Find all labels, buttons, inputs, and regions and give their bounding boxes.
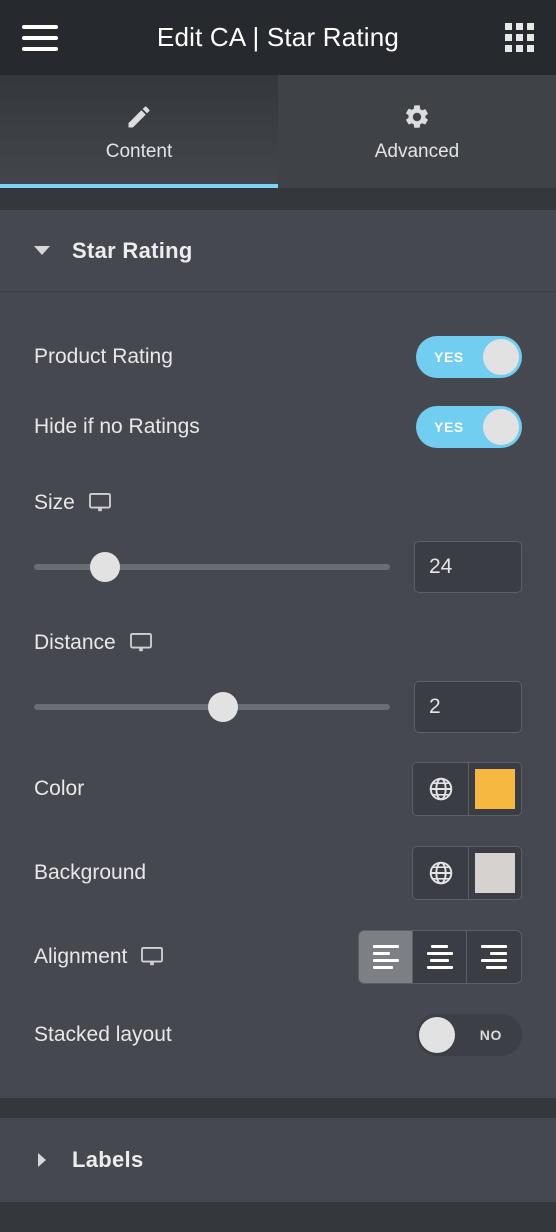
control-label: Hide if no Ratings <box>34 415 200 438</box>
control-size-slider-row: 24 <box>34 540 522 594</box>
page-title: Edit CA | Star Rating <box>156 22 400 52</box>
distance-number-input[interactable]: 2 <box>414 681 522 733</box>
background-color-control <box>412 846 522 900</box>
active-tab-indicator <box>0 184 278 188</box>
hide-if-no-ratings-toggle[interactable]: YES <box>416 406 522 448</box>
distance-slider[interactable] <box>34 690 390 724</box>
align-center-icon[interactable] <box>413 931 467 983</box>
section-header-star-rating[interactable]: Star Rating <box>0 210 556 292</box>
globe-icon[interactable] <box>413 763 469 815</box>
controls-list: Product Rating YES Hide if no Ratings YE… <box>0 330 556 1062</box>
control-label: Background <box>34 861 147 884</box>
control-size-label-row: Size <box>34 476 522 530</box>
control-color: Color <box>34 762 522 816</box>
size-slider[interactable] <box>34 550 390 584</box>
tab-content[interactable]: Content <box>0 75 278 188</box>
section-header-labels[interactable]: Labels <box>0 1118 556 1202</box>
product-rating-toggle[interactable]: YES <box>416 336 522 378</box>
widget-settings-panel: Edit CA | Star Rating Content Advanced S… <box>0 0 556 1232</box>
page-footer-area <box>0 1202 556 1232</box>
star-rating-panel: Star Rating Product Rating YES Hide if n… <box>0 210 556 1098</box>
toggle-knob <box>483 339 519 375</box>
tab-content-label: Content <box>105 140 173 162</box>
globe-icon[interactable] <box>413 847 469 899</box>
size-number-input[interactable]: 24 <box>414 541 522 593</box>
slider-track <box>34 564 390 570</box>
toggle-value: NO <box>479 1027 502 1043</box>
align-right-icon[interactable] <box>467 931 521 983</box>
color-swatch-fill <box>475 769 515 809</box>
control-product-rating: Product Rating YES <box>34 330 522 384</box>
gear-icon <box>403 101 431 131</box>
stacked-layout-toggle[interactable]: NO <box>416 1014 522 1056</box>
chevron-right-icon <box>38 1153 46 1167</box>
grid-apps-icon[interactable] <box>505 23 534 52</box>
toggle-knob <box>483 409 519 445</box>
control-label: Size <box>34 491 75 514</box>
color-swatch[interactable] <box>469 763 521 815</box>
section-separator <box>0 1098 556 1118</box>
slider-thumb[interactable] <box>90 552 121 582</box>
control-label-group: Alignment <box>34 945 164 969</box>
panel-bottom-padding <box>0 1062 556 1098</box>
control-distance-label-row: Distance <box>34 616 522 670</box>
desktop-monitor-icon[interactable] <box>141 947 164 967</box>
toggle-value: YES <box>434 419 464 435</box>
tab-bar: Content Advanced <box>0 75 556 188</box>
control-label-group: Distance <box>34 631 152 655</box>
top-bar: Edit CA | Star Rating <box>0 0 556 75</box>
control-label: Alignment <box>34 945 128 968</box>
control-hide-if-no-ratings: Hide if no Ratings YES <box>34 400 522 454</box>
alignment-button-group <box>358 930 522 984</box>
background-swatch[interactable] <box>469 847 521 899</box>
desktop-monitor-icon[interactable] <box>129 633 152 653</box>
toggle-value: YES <box>434 349 464 365</box>
hamburger-menu-icon[interactable] <box>22 23 62 53</box>
desktop-monitor-icon[interactable] <box>88 493 111 513</box>
tab-panel-gap <box>0 188 556 210</box>
background-swatch-fill <box>475 853 515 893</box>
section-title: Star Rating <box>72 237 193 263</box>
labels-section-title: Labels <box>72 1147 144 1172</box>
color-control <box>412 762 522 816</box>
control-distance-slider-row: 2 <box>34 680 522 734</box>
toggle-knob <box>419 1017 455 1053</box>
control-label: Product Rating <box>34 345 173 368</box>
control-label: Stacked layout <box>34 1023 172 1046</box>
pencil-icon <box>125 101 153 131</box>
tab-advanced-label: Advanced <box>374 140 460 162</box>
align-left-icon[interactable] <box>359 931 413 983</box>
tab-advanced[interactable]: Advanced <box>278 75 556 188</box>
control-label: Distance <box>34 631 116 654</box>
control-label-group: Size <box>34 491 111 515</box>
control-label: Color <box>34 777 85 800</box>
control-stacked-layout: Stacked layout NO <box>34 1008 522 1062</box>
chevron-down-icon <box>34 246 50 255</box>
slider-thumb[interactable] <box>207 692 238 722</box>
control-background: Background <box>34 846 522 900</box>
control-alignment: Alignment <box>34 930 522 984</box>
